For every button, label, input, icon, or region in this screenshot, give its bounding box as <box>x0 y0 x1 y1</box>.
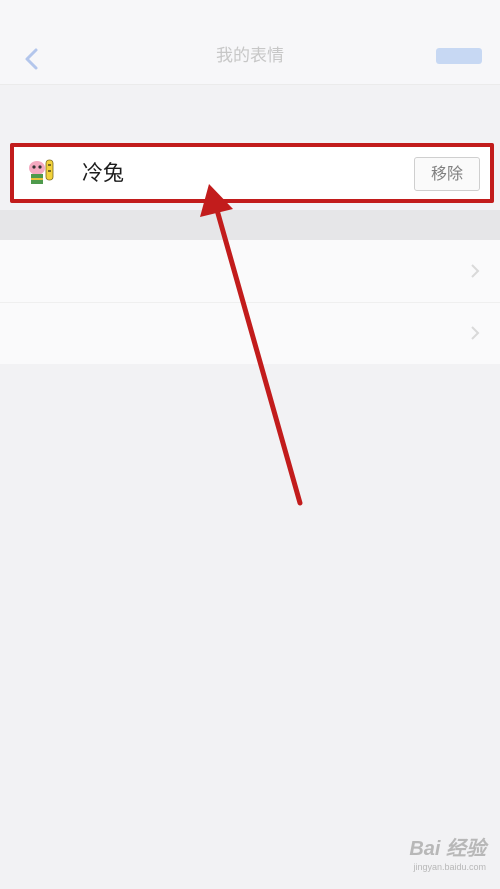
watermark-brand: Bai 经验 <box>409 838 486 860</box>
annotation-arrow <box>200 184 303 506</box>
watermark-url: jingyan.baidu.com <box>413 862 486 872</box>
watermark: Bai 经验 jingyan.baidu.com <box>376 837 486 879</box>
